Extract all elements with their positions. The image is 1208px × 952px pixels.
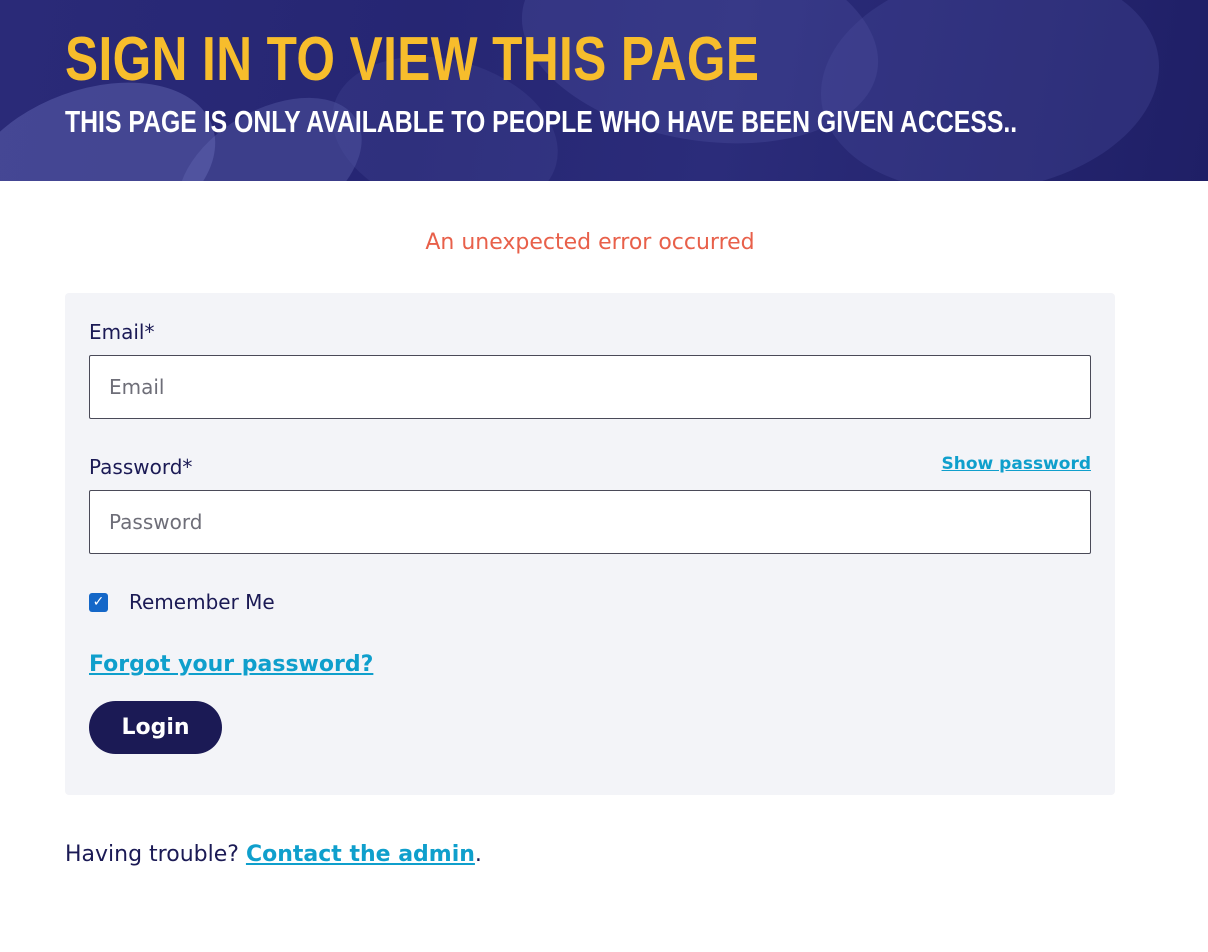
password-label: Password* [89, 455, 193, 479]
email-input[interactable] [89, 355, 1091, 419]
help-text: Having trouble? Contact the admin. [65, 842, 482, 867]
forgot-password-link[interactable]: Forgot your password? [89, 652, 373, 677]
remember-me-label: Remember Me [129, 590, 275, 614]
help-text-prefix: Having trouble? [65, 842, 246, 867]
page-title: SIGN IN TO VIEW THIS PAGE [65, 25, 760, 94]
login-button[interactable]: Login [89, 701, 222, 754]
checkbox-checked-icon[interactable]: ✓ [89, 592, 108, 612]
contact-admin-link[interactable]: Contact the admin [246, 842, 475, 867]
page-hero-banner: SIGN IN TO VIEW THIS PAGE THIS PAGE IS O… [0, 0, 1208, 181]
hero-background-shape [806, 0, 1174, 181]
page-subtitle: THIS PAGE IS ONLY AVAILABLE TO PEOPLE WH… [65, 104, 1018, 139]
remember-me-row: ✓ Remember Me [89, 590, 275, 614]
show-password-link[interactable]: Show password [942, 454, 1091, 474]
help-text-period: . [474, 842, 482, 867]
login-form: Email* Password* Show password ✓ Remembe… [65, 293, 1115, 795]
email-label: Email* [89, 320, 155, 344]
error-message: An unexpected error occurred [425, 230, 755, 255]
password-input[interactable] [89, 490, 1091, 554]
